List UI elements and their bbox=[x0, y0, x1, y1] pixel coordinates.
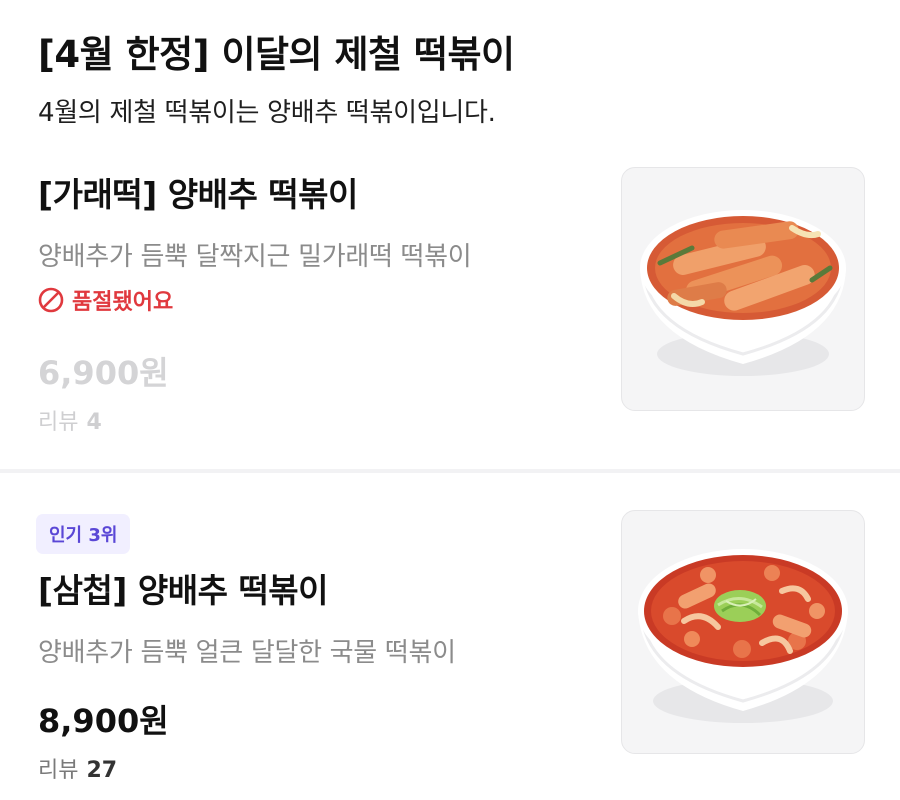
menu-item-garaetteok[interactable]: [가래떡] 양배추 떡볶이 양배추가 듬뿍 달짝지근 밀가래떡 떡볶이 품절됐어… bbox=[0, 160, 900, 470]
item-price: 8,900원 bbox=[38, 702, 169, 740]
tteokbokki-bowl-image[interactable] bbox=[621, 510, 865, 754]
item-price: 6,900원 bbox=[38, 354, 169, 392]
review-count: 리뷰 4 bbox=[38, 404, 102, 436]
item-description: 양배추가 듬뿍 달짝지근 밀가래떡 떡볶이 bbox=[38, 242, 472, 272]
soldout-label: 품절됐어요 bbox=[72, 290, 174, 315]
item-name: [삼첩] 양배추 떡볶이 bbox=[38, 571, 329, 610]
section-description: 4월의 제철 떡볶이는 양배추 떡볶이입니다. bbox=[38, 98, 496, 128]
review-number: 27 bbox=[86, 758, 118, 783]
review-number: 4 bbox=[86, 410, 102, 435]
tteokbokki-bowl-image[interactable] bbox=[621, 167, 865, 411]
review-label: 리뷰 bbox=[38, 410, 79, 435]
section-divider bbox=[0, 469, 900, 473]
soldout-status: 품절됐어요 bbox=[38, 284, 173, 316]
prohibited-icon bbox=[38, 287, 64, 313]
review-count: 리뷰 27 bbox=[38, 752, 117, 784]
item-description: 양배추가 듬뿍 얼큰 달달한 국물 떡볶이 bbox=[38, 638, 456, 668]
review-label: 리뷰 bbox=[38, 758, 79, 783]
popularity-badge: 인기 3위 bbox=[36, 514, 131, 554]
item-name: [가래떡] 양배추 떡볶이 bbox=[38, 175, 358, 214]
menu-item-samcheop[interactable]: 인기 3위 [삼첩] 양배추 떡볶이 양배추가 듬뿍 얼큰 달달한 국물 떡볶이… bbox=[0, 474, 900, 800]
section-title: [4월 한정] 이달의 제철 떡볶이 bbox=[38, 33, 515, 76]
